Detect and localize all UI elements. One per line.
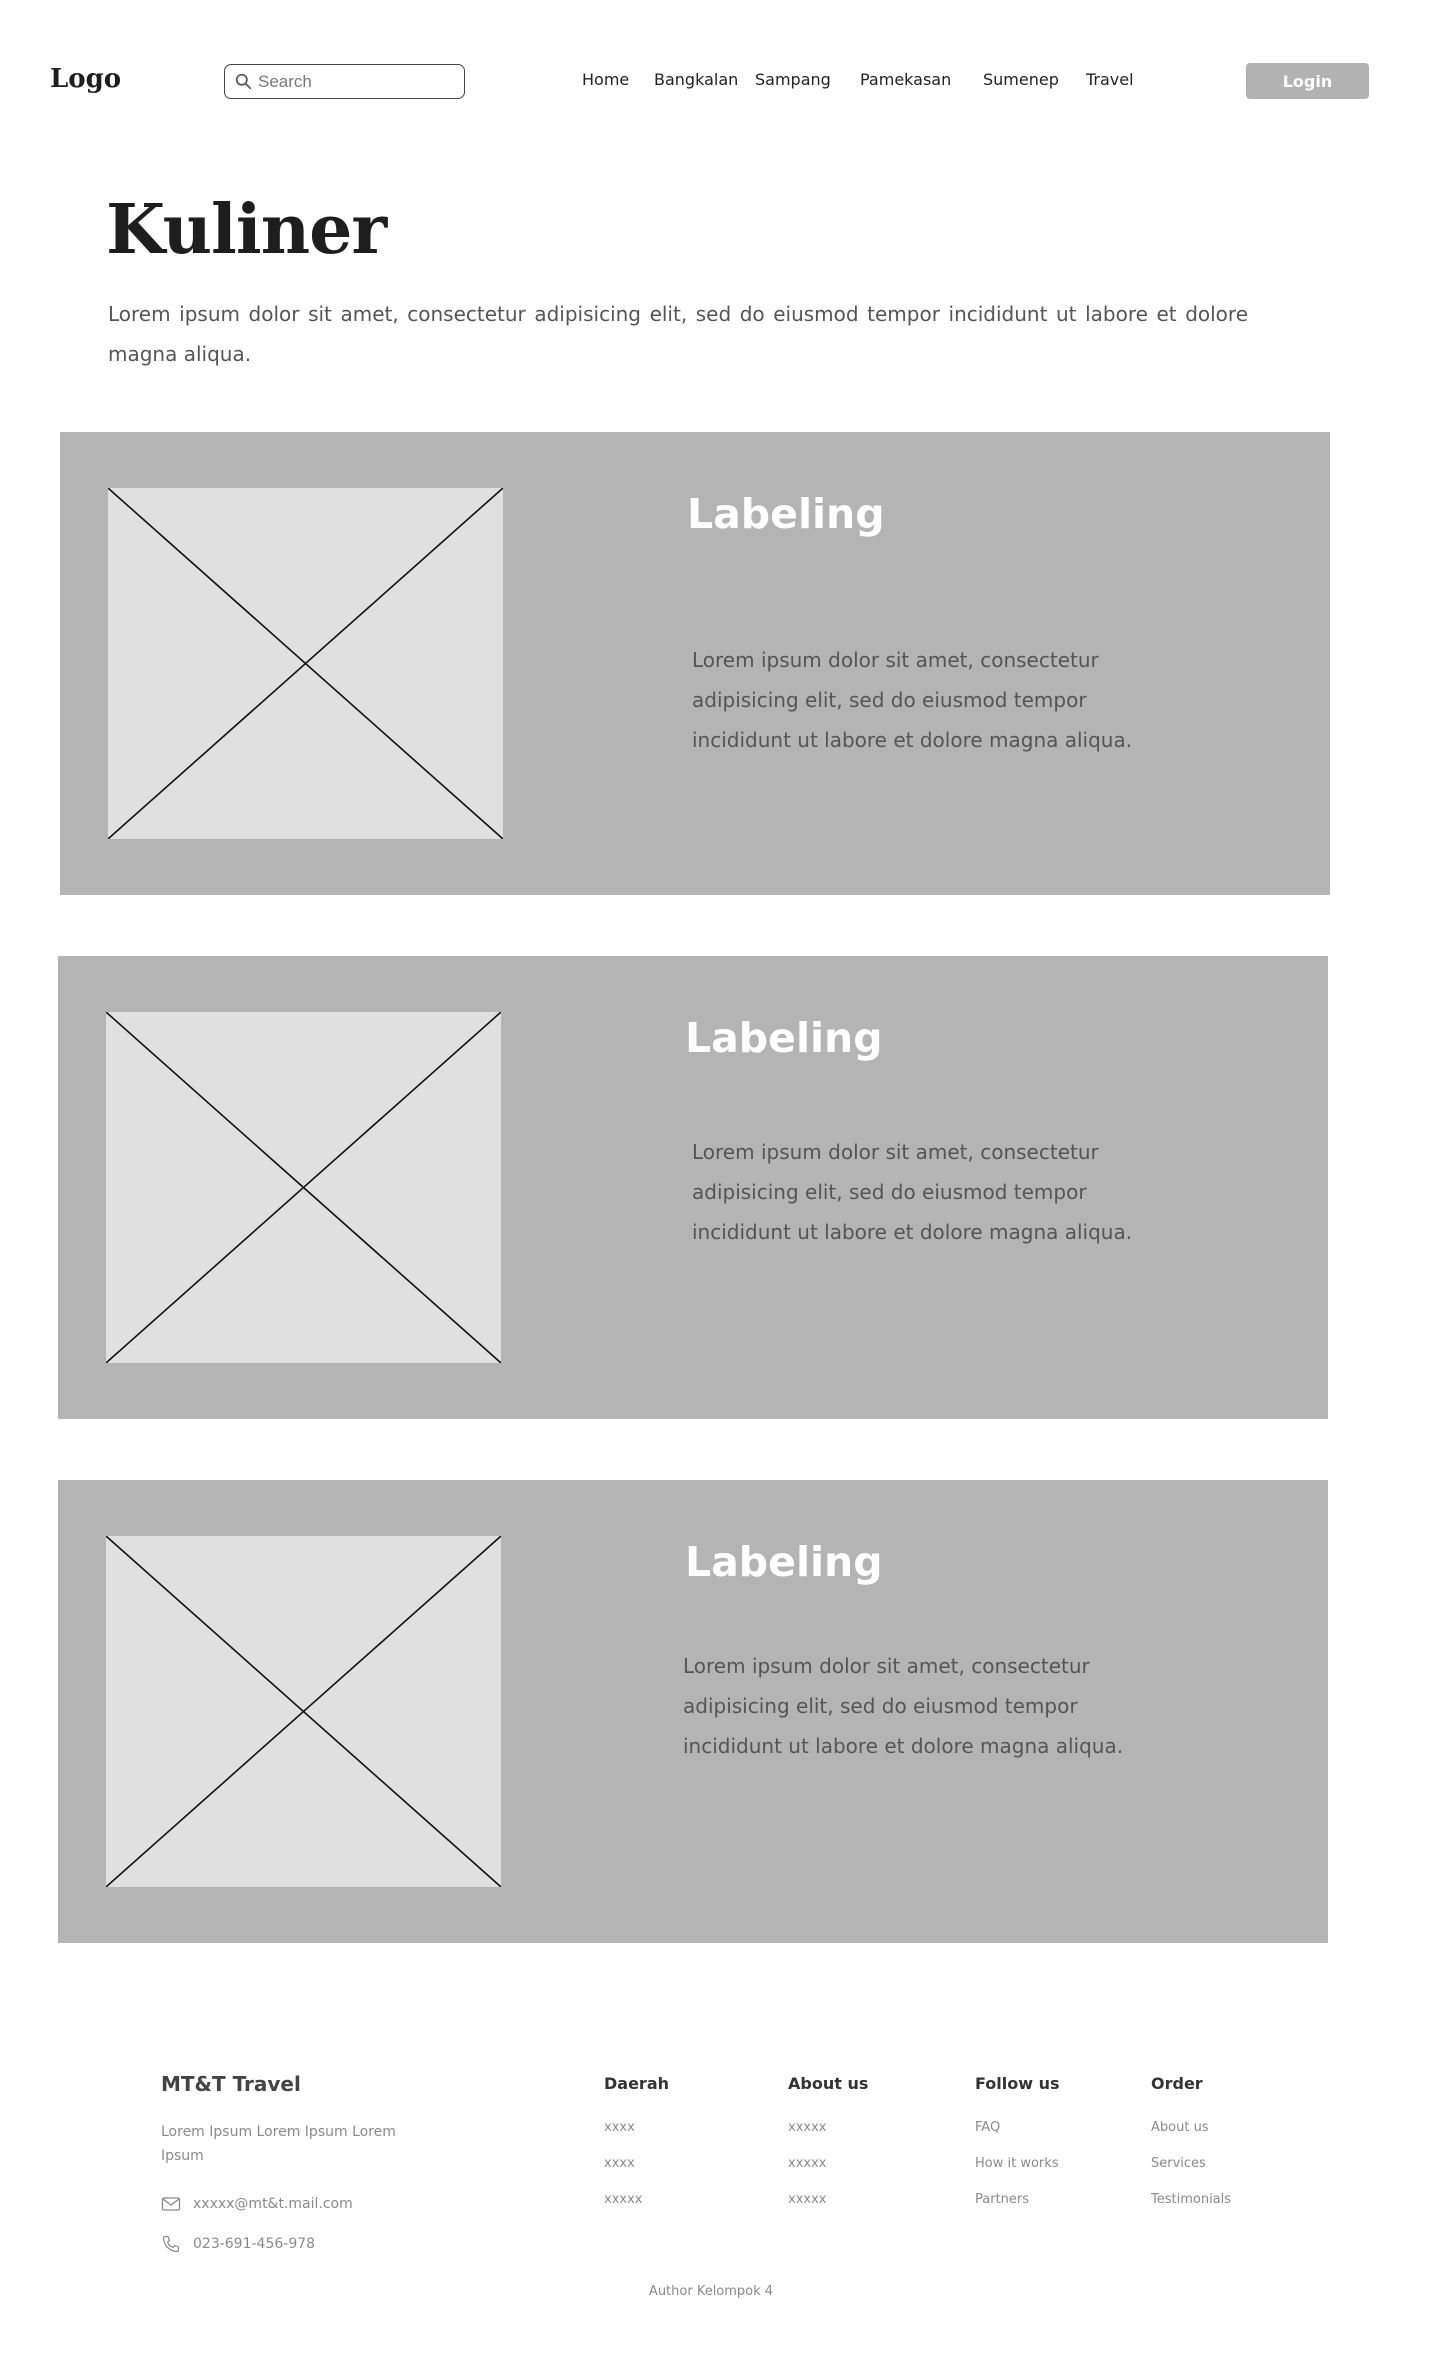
- footer-link[interactable]: xxxxx: [604, 2182, 669, 2218]
- main-nav: Home Bangkalan Sampang Pamekasan Sumenep…: [0, 70, 1440, 94]
- nav-bangkalan[interactable]: Bangkalan: [654, 70, 738, 89]
- footer-link[interactable]: xxxx: [604, 2110, 669, 2146]
- footer-column-about: About us xxxxx xxxxx xxxxx: [788, 2074, 868, 2218]
- image-placeholder: [106, 1012, 501, 1363]
- footer-column-daerah: Daerah xxxx xxxx xxxxx: [604, 2074, 669, 2218]
- footer-link[interactable]: xxxxx: [788, 2182, 868, 2218]
- footer-email[interactable]: xxxxx@mt&t.mail.com: [161, 2192, 353, 2216]
- footer-brand: MT&T Travel: [161, 2072, 301, 2096]
- footer-link-services[interactable]: Services: [1151, 2146, 1231, 2182]
- phone-icon: [162, 2235, 180, 2253]
- card-label: Labeling: [685, 1014, 883, 1062]
- footer-link-about-us[interactable]: About us: [1151, 2110, 1231, 2146]
- card-description: Lorem ipsum dolor sit amet, consectetur …: [692, 648, 1133, 752]
- kuliner-card[interactable]: Labeling Lorem ipsum dolor sit amet, con…: [60, 432, 1330, 895]
- nav-sampang[interactable]: Sampang: [755, 70, 831, 89]
- footer-link-testimonials[interactable]: Testimonials: [1151, 2182, 1231, 2218]
- footer-column-heading: About us: [788, 2074, 869, 2093]
- card-label: Labeling: [687, 490, 885, 538]
- footer-column-order: Order About us Services Testimonials: [1151, 2074, 1231, 2218]
- nav-sumenep[interactable]: Sumenep: [983, 70, 1059, 89]
- nav-travel[interactable]: Travel: [1086, 70, 1134, 89]
- footer-author: Author Kelompok 4: [648, 2284, 774, 2299]
- footer-link-partners[interactable]: Partners: [975, 2182, 1060, 2218]
- footer-column-heading: Daerah: [604, 2074, 670, 2093]
- nav-home[interactable]: Home: [582, 70, 629, 89]
- mail-icon: [161, 2197, 181, 2211]
- image-placeholder-icon: [108, 488, 503, 839]
- footer-column-follow: Follow us FAQ How it works Partners: [975, 2074, 1060, 2218]
- image-placeholder-icon: [106, 1012, 501, 1363]
- footer-link-faq[interactable]: FAQ: [975, 2110, 1060, 2146]
- image-placeholder: [106, 1536, 501, 1887]
- card-description: Lorem ipsum dolor sit amet, consectetur …: [683, 1654, 1124, 1758]
- card-description: Lorem ipsum dolor sit amet, consectetur …: [692, 1140, 1133, 1244]
- nav-pamekasan[interactable]: Pamekasan: [860, 70, 951, 89]
- image-placeholder: [108, 488, 503, 839]
- footer-link[interactable]: xxxx: [604, 2146, 669, 2182]
- card-label: Labeling: [685, 1538, 883, 1586]
- image-placeholder-icon: [106, 1536, 501, 1887]
- login-button[interactable]: Login: [1246, 63, 1369, 99]
- footer-phone-text: 023-691-456-978: [193, 2236, 316, 2252]
- footer-link-how-it-works[interactable]: How it works: [975, 2146, 1060, 2182]
- kuliner-card[interactable]: Labeling Lorem ipsum dolor sit amet, con…: [58, 956, 1328, 1419]
- footer-about-text: Lorem Ipsum Lorem Ipsum Lorem Ipsum: [161, 2124, 396, 2164]
- footer-email-text: xxxxx@mt&t.mail.com: [193, 2196, 353, 2212]
- page-intro: Lorem ipsum dolor sit amet, consectetur …: [108, 302, 1248, 366]
- footer-link[interactable]: xxxxx: [788, 2146, 868, 2182]
- page-title: Kuliner: [106, 190, 387, 270]
- footer-phone[interactable]: 023-691-456-978: [161, 2232, 315, 2256]
- footer-link[interactable]: xxxxx: [788, 2110, 868, 2146]
- footer-column-heading: Order: [1151, 2074, 1203, 2093]
- footer-column-heading: Follow us: [975, 2074, 1060, 2093]
- kuliner-card[interactable]: Labeling Lorem ipsum dolor sit amet, con…: [58, 1480, 1328, 1943]
